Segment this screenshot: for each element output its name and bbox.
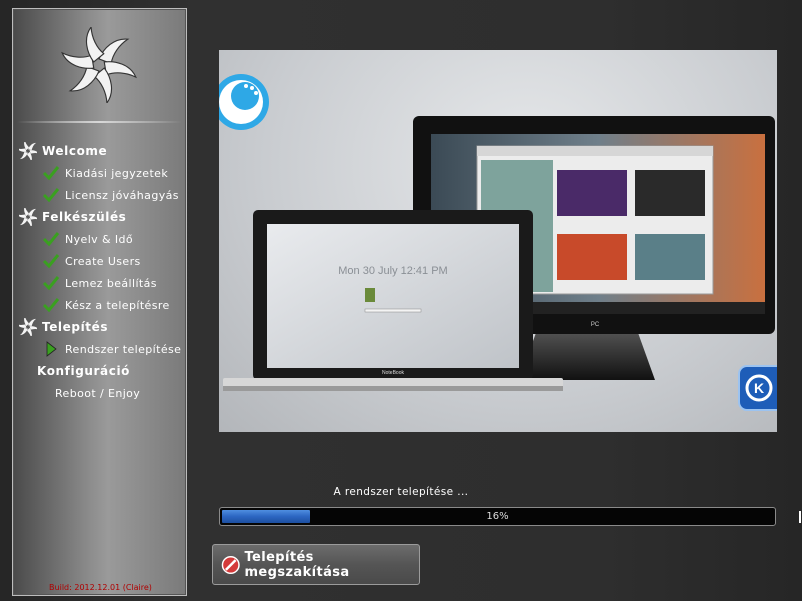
step-licensz-j-v-hagy-s: Licensz jóváhagyás — [41, 184, 179, 206]
chameleon-logo-icon — [219, 74, 269, 130]
logo-icon — [18, 207, 38, 227]
cancel-install-button[interactable]: Telepítés megszakítása — [212, 544, 420, 585]
progress-label: 16% — [486, 511, 509, 522]
step-label: Licensz jóváhagyás — [65, 188, 179, 202]
step-k-sz-a-telep-t-sre: Kész a telepítésre — [41, 294, 170, 316]
kde-logo-icon: K — [738, 365, 777, 411]
slideshow-image: PC Mon 30 July 12:41 PM NoteBook K — [219, 50, 777, 432]
step-label: Rendszer telepítése — [65, 342, 182, 356]
step-nyelv-id-: Nyelv & Idő — [41, 228, 133, 250]
step-rendszer-telep-t-se: Rendszer telepítése — [41, 338, 181, 360]
step-kiad-si-jegyzetek: Kiadási jegyzetek — [41, 162, 168, 184]
sidebar: Welcome Kiadási jegyzetek Licensz jóváhagy… — [12, 8, 187, 596]
cursor-mark — [799, 511, 801, 523]
cancel-icon — [221, 555, 240, 574]
blank-icon — [41, 383, 55, 403]
install-status-text: A rendszer telepítése ... — [333, 486, 469, 498]
step-telep-t-s: Telepítés — [18, 316, 108, 338]
step-label: Felkészülés — [42, 210, 127, 224]
step-label: Kész a telepítésre — [65, 298, 170, 312]
svg-text:K: K — [754, 380, 764, 396]
step-label: Telepítés — [42, 320, 109, 334]
logo-icon — [18, 141, 38, 161]
step-label: Reboot / Enjoy — [55, 386, 141, 400]
app-logo-icon — [61, 27, 137, 103]
step-label: Konfiguráció — [37, 364, 131, 378]
step-label: Create Users — [65, 254, 141, 268]
step-felk-sz-l-s: Felkészülés — [18, 206, 126, 228]
logo-icon — [18, 317, 38, 337]
laptop-label: NoteBook — [382, 370, 404, 376]
checkmark-icon — [41, 273, 61, 293]
step-konfigur-ci-: Konfiguráció — [18, 360, 130, 382]
step-label: Welcome — [42, 144, 108, 158]
sidebar-divider — [17, 121, 182, 123]
step-label: Lemez beállítás — [65, 276, 157, 290]
install-progress-bar: 16% — [219, 507, 776, 526]
checkmark-icon — [41, 295, 61, 315]
step-label: Nyelv & Idő — [65, 232, 133, 246]
cancel-install-label: Telepítés megszakítása — [244, 549, 350, 580]
step-reboot-enjoy: Reboot / Enjoy — [41, 382, 140, 404]
laptop-clock: Mon 30 July 12:41 PM — [338, 265, 447, 277]
checkmark-icon — [41, 185, 61, 205]
checkmark-icon — [41, 229, 61, 249]
step-lemez-be-ll-t-s: Lemez beállítás — [41, 272, 157, 294]
step-welcome: Welcome — [18, 140, 107, 162]
step-label: Kiadási jegyzetek — [65, 166, 169, 180]
blank-icon — [18, 361, 37, 381]
monitor-label: PC — [591, 322, 600, 328]
step-create-users: Create Users — [41, 250, 141, 272]
build-info: Build: 2012.12.01 (Claire) — [49, 583, 152, 592]
checkmark-icon — [41, 251, 61, 271]
checkmark-icon — [41, 163, 61, 183]
devices-illustration: PC Mon 30 July 12:41 PM NoteBook K — [219, 74, 777, 411]
play-arrow-icon — [41, 339, 61, 359]
